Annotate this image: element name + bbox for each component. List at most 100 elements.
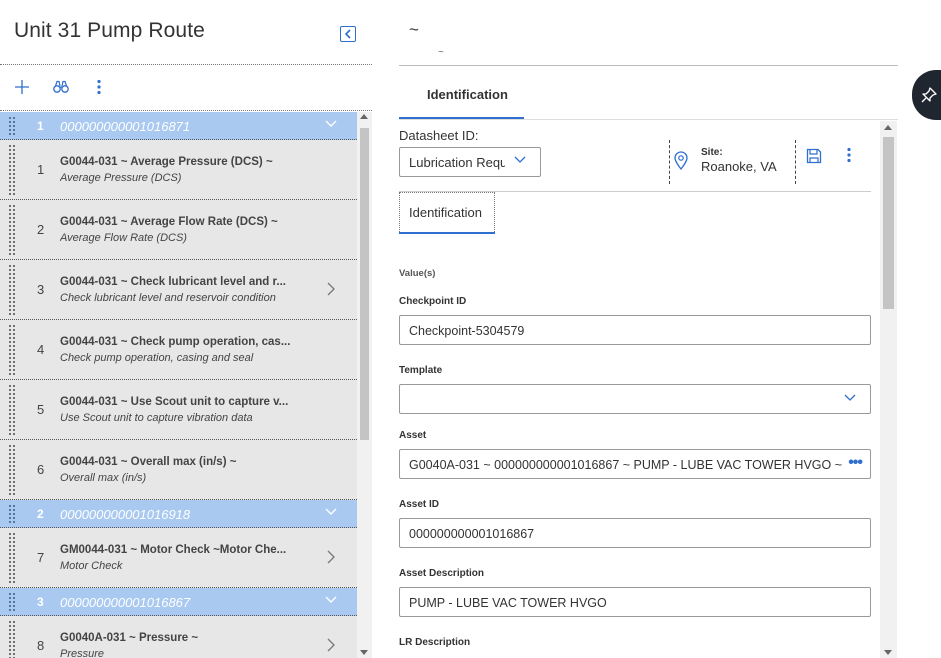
item-title: G0040A-031 ~ Pressure ~ [60,632,199,644]
details-panel: ~ ~ Identification Datasheet ID: Lubrica… [399,0,899,658]
scrollbar-thumb[interactable] [360,128,369,440]
chevron-right-icon[interactable] [327,282,335,296]
checkpoint-id-label: Checkpoint ID [399,296,467,307]
list-item[interactable]: 2 G0044-031 ~ Average Flow Rate (DCS) ~ … [0,200,357,260]
find-button[interactable] [51,76,71,98]
location-pin-icon [674,151,688,170]
drag-handle[interactable] [8,324,16,375]
scroll-up-arrow[interactable] [360,114,368,119]
save-icon[interactable] [806,148,822,164]
group-id: 000000000001016867 [60,595,191,610]
subtab-identification[interactable]: Identification [399,192,495,234]
list-item[interactable]: 4 G0044-031 ~ Check pump operation, cas.… [0,320,357,380]
group-id: 000000000001016871 [60,119,191,134]
active-subtab-indicator [399,232,495,234]
drag-handle[interactable] [8,384,16,435]
item-number: 3 [37,282,45,297]
item-title: G0044-031 ~ Average Pressure (DCS) ~ [60,156,273,168]
route-title: Unit 31 Pump Route [14,19,205,42]
scroll-up-arrow[interactable] [884,125,892,130]
scroll-down-arrow[interactable] [360,650,368,655]
item-subtitle: Average Pressure (DCS) [60,172,182,184]
group-number: 2 [37,507,44,521]
chevron-down-icon[interactable] [325,120,337,128]
scrollbar-thumb[interactable] [883,137,894,309]
drag-handle[interactable] [8,444,16,495]
list-item[interactable]: 8 G0040A-031 ~ Pressure ~ Pressure [0,616,357,658]
datasheet-value: Lubrication Requirement [409,155,505,170]
item-number: 6 [37,462,45,477]
pin-button[interactable] [912,70,941,120]
group-number: 3 [37,595,44,609]
item-title: G0044-031 ~ Average Flow Rate (DCS) ~ [60,216,278,228]
drag-handle[interactable] [8,592,16,611]
item-subtitle: Check lubricant level and reservoir cond… [60,292,276,304]
drag-handle[interactable] [8,264,16,315]
ellipsis-icon[interactable]: ••• [848,454,863,472]
item-subtitle: Use Scout unit to capture vibration data [60,412,253,424]
asset-description-field[interactable]: PUMP - LUBE VAC TOWER HVGO [399,587,871,617]
item-subtitle: Pressure [60,648,105,658]
group-id: 000000000001016918 [60,507,191,522]
drag-handle[interactable] [8,532,16,583]
list-item[interactable]: 3 G0044-031 ~ Check lubricant level and … [0,260,357,320]
drag-handle[interactable] [8,204,16,255]
binoculars-icon [53,80,69,93]
item-title: G0044-031 ~ Check pump operation, cas... [60,336,291,348]
divider [0,110,372,111]
tab-identification[interactable]: Identification [399,78,524,120]
details-scrollbar[interactable] [880,121,897,658]
item-subtitle: Check pump operation, casing and seal [60,352,254,364]
asset-value: G0040A-031 ~ 000000000001016867 ~ PUMP -… [409,458,845,472]
item-title: G0044-031 ~ Overall max (in/s) ~ [60,456,237,468]
group-row[interactable]: 3 000000000001016867 [0,588,357,616]
datasheet-select[interactable]: Lubrication Requirement [399,147,541,177]
add-button[interactable] [12,76,32,98]
drag-handle[interactable] [8,116,16,135]
drag-handle[interactable] [8,504,16,523]
kebab-menu-icon [97,79,101,95]
chevron-right-icon[interactable] [327,550,335,564]
template-select[interactable] [399,384,871,414]
list-item[interactable]: 7 GM0044-031 ~ Motor Check ~Motor Che...… [0,528,357,588]
item-number: 2 [37,222,45,237]
divider [0,64,372,65]
divider [795,140,796,184]
group-row[interactable]: 2 000000000001016918 [0,500,357,528]
list-item[interactable]: 5 G0044-031 ~ Use Scout unit to capture … [0,380,357,440]
list-scrollbar[interactable] [357,112,372,658]
checkpoint-list: 1 000000000001016871 1 G0044-031 ~ Avera… [0,112,357,658]
group-number: 1 [37,119,44,133]
list-item[interactable]: 1 G0044-031 ~ Average Pressure (DCS) ~ A… [0,140,357,200]
item-number: 7 [37,550,45,565]
subtab-label: Identification [409,205,482,220]
pin-icon [921,87,937,103]
chevron-down-icon[interactable] [325,508,337,516]
list-item[interactable]: 6 G0044-031 ~ Overall max (in/s) ~ Overa… [0,440,357,500]
drag-handle[interactable] [8,620,16,658]
chevron-down-icon[interactable] [325,596,337,604]
item-number: 8 [37,638,45,653]
lr-description-label: LR Description [399,637,471,648]
asset-label: Asset [399,430,427,441]
item-number: 4 [37,342,45,357]
chevron-down-icon [514,156,526,163]
asset-id-label: Asset ID [399,499,440,510]
tab-label: Identification [427,87,508,102]
divider [399,65,898,66]
item-title: G0044-031 ~ Check lubricant level and r.… [60,276,286,288]
more-options-button[interactable] [89,76,109,98]
asset-field[interactable]: G0040A-031 ~ 000000000001016867 ~ PUMP -… [399,449,871,479]
drag-handle[interactable] [8,144,16,195]
item-title: GM0044-031 ~ Motor Check ~Motor Che... [60,544,287,556]
chevron-right-icon[interactable] [327,638,335,652]
item-title: G0044-031 ~ Use Scout unit to capture v.… [60,396,289,408]
scroll-down-arrow[interactable] [884,650,892,655]
site-label: Site: [701,147,723,158]
template-label: Template [399,365,443,376]
group-row[interactable]: 1 000000000001016871 [0,112,357,140]
collapse-panel-button[interactable] [340,26,356,42]
kebab-menu-icon[interactable] [847,147,851,163]
checkpoint-id-field[interactable]: Checkpoint-5304579 [399,315,871,345]
asset-id-field[interactable]: 000000000001016867 [399,518,871,548]
